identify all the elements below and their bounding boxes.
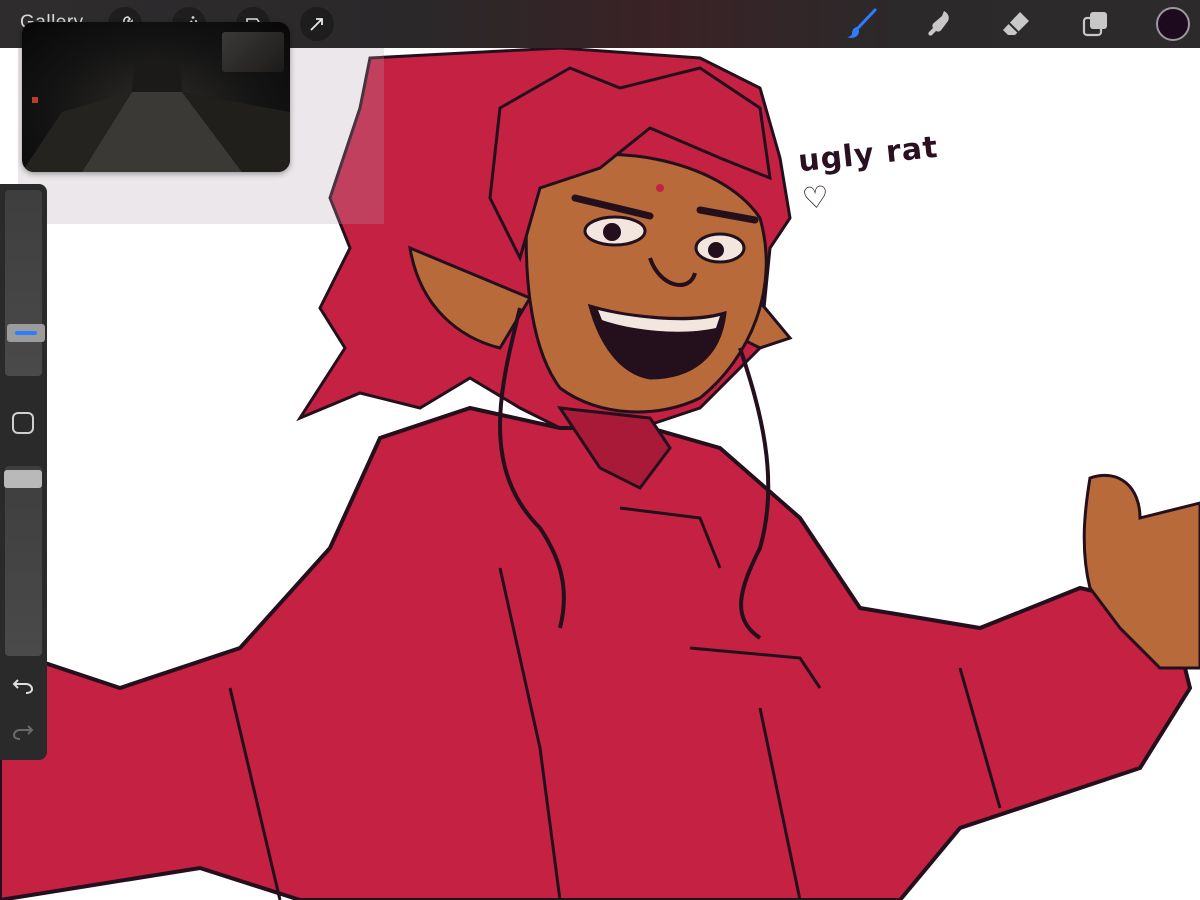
brush-opacity-thumb[interactable] [4, 470, 42, 488]
eraser-icon [1003, 12, 1029, 35]
modify-button[interactable] [12, 412, 34, 434]
brush-sidebar [0, 184, 47, 760]
layers-icon [1082, 12, 1107, 37]
smudge-tool-button[interactable] [920, 6, 956, 42]
current-color-swatch[interactable] [1156, 7, 1190, 41]
handwritten-note: ugly rat ♡ [796, 129, 944, 219]
undo-icon [12, 679, 34, 694]
jacket [0, 405, 1193, 900]
redo-icon [12, 725, 34, 740]
transform-arrow-icon [310, 18, 323, 31]
picture-in-picture-video[interactable] [22, 22, 290, 172]
brush-icon [847, 8, 877, 38]
brush-size-thumb[interactable] [7, 324, 45, 342]
eraser-tool-button[interactable] [998, 6, 1034, 42]
layers-button[interactable] [1078, 6, 1114, 42]
brush-tool-button[interactable] [844, 6, 880, 42]
transform-button[interactable] [300, 7, 334, 41]
brush-opacity-slider[interactable] [4, 466, 42, 656]
smudge-icon [928, 11, 949, 36]
webcam-overlay [222, 32, 284, 72]
undo-button[interactable] [10, 674, 36, 698]
redo-button[interactable] [10, 720, 36, 744]
brush-size-slider[interactable] [5, 190, 45, 376]
